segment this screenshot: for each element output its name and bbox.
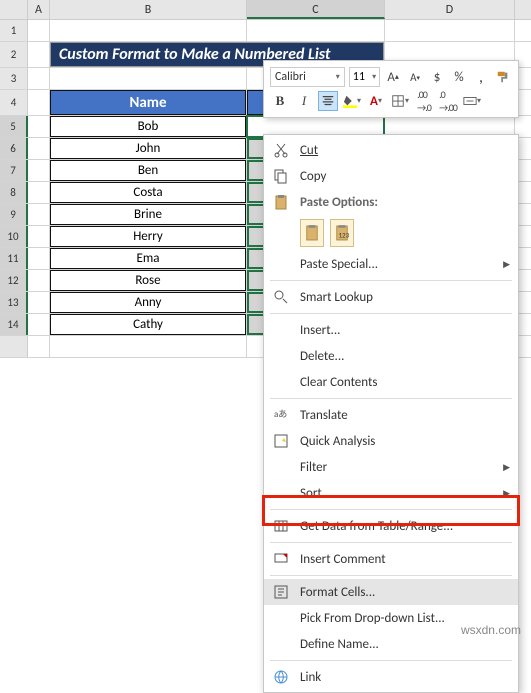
bold-icon[interactable]: B: [270, 91, 290, 111]
row-header-1[interactable]: 1: [0, 20, 28, 41]
paste-default-icon[interactable]: [300, 219, 324, 247]
name-cell[interactable]: Ema: [50, 248, 246, 269]
align-center-icon[interactable]: [318, 91, 338, 111]
menu-delete[interactable]: Delete...: [264, 343, 518, 369]
select-all-corner[interactable]: [0, 0, 28, 19]
menu-insert[interactable]: Insert...: [264, 317, 518, 343]
menu-filter[interactable]: Filter▶: [264, 454, 518, 480]
column-headers: A B C D: [0, 0, 531, 20]
row-header-11[interactable]: 11: [0, 248, 28, 269]
increase-decimal-icon[interactable]: .00→.0: [414, 91, 434, 111]
name-cell[interactable]: Bob: [50, 116, 246, 137]
translate-icon: aあ: [270, 404, 292, 426]
menu-cut[interactable]: Cut: [264, 137, 518, 163]
context-menu: Cut Copy Paste Options: 123 Paste Specia…: [263, 134, 519, 693]
menu-copy[interactable]: Copy: [264, 163, 518, 189]
row-header-14[interactable]: 14: [0, 314, 28, 335]
accounting-icon[interactable]: $: [428, 67, 446, 87]
col-header-c[interactable]: C: [247, 0, 385, 19]
row-header-12[interactable]: 12: [0, 270, 28, 291]
col-header-a[interactable]: A: [28, 0, 50, 19]
copy-icon: [270, 165, 292, 187]
decrease-decimal-icon[interactable]: .0→.00: [438, 91, 458, 111]
fill-color-icon[interactable]: ▾: [342, 91, 362, 111]
row-1: 1: [0, 20, 531, 42]
paste-options-row: 123: [264, 215, 518, 251]
name-cell[interactable]: Cathy: [50, 314, 246, 335]
col-header-b[interactable]: B: [50, 0, 247, 19]
format-cells-icon: [270, 581, 292, 603]
menu-link[interactable]: Link: [264, 664, 518, 690]
row-header-4[interactable]: 4: [0, 90, 28, 115]
watermark: wsxdn.com: [461, 623, 521, 637]
italic-icon[interactable]: I: [294, 91, 314, 111]
name-cell[interactable]: Costa: [50, 182, 246, 203]
format-painter-icon[interactable]: [494, 67, 512, 87]
name-cell[interactable]: Rose: [50, 270, 246, 291]
row-header-13[interactable]: 13: [0, 292, 28, 313]
table-icon: [270, 515, 292, 537]
menu-paste-options-label: Paste Options:: [264, 189, 518, 215]
row-header-5[interactable]: 5: [0, 116, 28, 137]
row-header-10[interactable]: 10: [0, 226, 28, 247]
name-cell[interactable]: Brine: [50, 204, 246, 225]
name-cell[interactable]: Herry: [50, 226, 246, 247]
comma-icon[interactable]: ,: [472, 67, 490, 87]
link-icon: [270, 666, 292, 688]
merge-center-icon[interactable]: ▾: [462, 91, 482, 111]
row-header-8[interactable]: 8: [0, 182, 28, 203]
row-header-9[interactable]: 9: [0, 204, 28, 225]
col-header-d[interactable]: D: [385, 0, 515, 19]
menu-format-cells[interactable]: Format Cells...: [264, 579, 518, 605]
row-header-2[interactable]: 2: [0, 42, 28, 67]
name-cell[interactable]: Anny: [50, 292, 246, 313]
comment-icon: [270, 548, 292, 570]
row-header-6[interactable]: 6: [0, 138, 28, 159]
header-name: Name: [50, 90, 246, 115]
mini-toolbar: Calibri▾ 11▾ A▴ A▾ $ % , B I ▾ A▾ ▾ .00→…: [263, 60, 519, 118]
smart-lookup-icon: [270, 286, 292, 308]
menu-quick-analysis[interactable]: Quick Analysis: [264, 428, 518, 454]
name-cell[interactable]: Ben: [50, 160, 246, 181]
quick-analysis-icon: [270, 430, 292, 452]
cut-icon: [270, 139, 292, 161]
paste-values-icon[interactable]: 123: [330, 219, 354, 247]
menu-get-data[interactable]: Get Data from Table/Range...: [264, 513, 518, 539]
svg-text:aあ: aあ: [274, 409, 287, 420]
menu-smart-lookup[interactable]: Smart Lookup: [264, 284, 518, 310]
menu-paste-special[interactable]: Paste Special...▶: [264, 251, 518, 277]
percent-icon[interactable]: %: [450, 67, 468, 87]
increase-font-icon[interactable]: A▴: [384, 67, 402, 87]
name-cell[interactable]: John: [50, 138, 246, 159]
svg-text:123: 123: [339, 230, 350, 239]
borders-icon[interactable]: ▾: [390, 91, 410, 111]
menu-translate[interactable]: aあ Translate: [264, 402, 518, 428]
menu-clear-contents[interactable]: Clear Contents: [264, 369, 518, 395]
paste-icon: [270, 191, 292, 213]
decrease-font-icon[interactable]: A▾: [406, 67, 424, 87]
font-color-icon[interactable]: A▾: [366, 91, 386, 111]
menu-insert-comment[interactable]: Insert Comment: [264, 546, 518, 572]
row-header-3[interactable]: 3: [0, 68, 28, 89]
row-header-7[interactable]: 7: [0, 160, 28, 181]
font-size-combo[interactable]: 11▾: [349, 67, 380, 87]
font-name-combo[interactable]: Calibri▾: [270, 67, 345, 87]
menu-sort[interactable]: Sort▶: [264, 480, 518, 506]
